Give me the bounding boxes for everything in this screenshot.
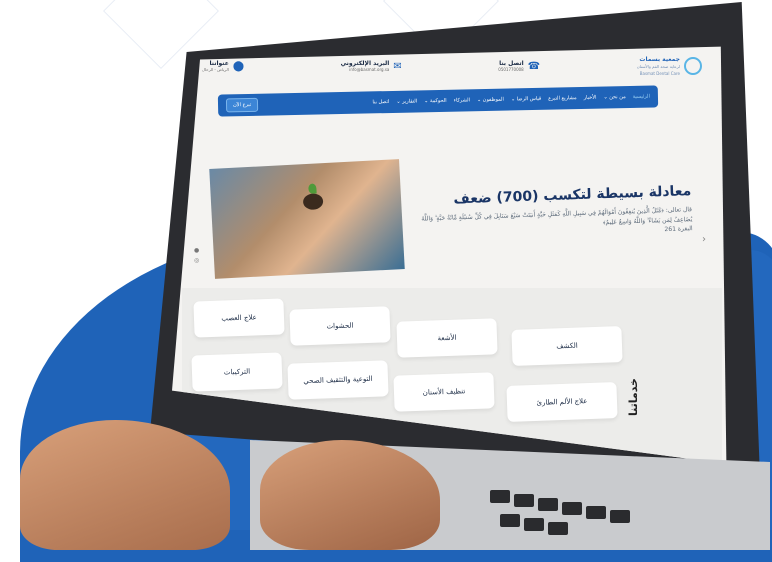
phone-icon: ☎ (527, 60, 541, 72)
service-card-awareness[interactable]: التوعية والتثقيف الصحي (287, 360, 389, 400)
logo-subtitle: لرعاية صحة الفم والأسنان (636, 63, 680, 69)
service-label: التركيبات (223, 367, 251, 377)
keyboard-key (610, 510, 630, 523)
service-card-root-canal[interactable]: علاج العصب (193, 298, 285, 338)
service-card-prosthetics[interactable]: التركيبات (191, 352, 283, 392)
keyboard-key (562, 502, 582, 515)
keyboard-key (586, 506, 606, 519)
keyboard-key (538, 498, 558, 511)
nav-item-governance[interactable]: الحوكمة ⌄ (424, 98, 447, 104)
chevron-right-icon[interactable]: › (702, 234, 706, 245)
nav-item-about[interactable]: من نحن ⌄ (603, 94, 625, 100)
contact-value: 0501770008 (498, 67, 524, 72)
service-label: الكشف (556, 341, 578, 351)
logo-english: Basmat Dental Care (639, 70, 680, 76)
service-card-xray[interactable]: الأشعة (396, 318, 498, 358)
nav-item-contact[interactable]: اتصل بنا (372, 99, 389, 105)
keyboard-key (524, 518, 544, 531)
contact-email[interactable]: ✉ البريد الإلكتروني info@basmat.org.sa (341, 60, 402, 72)
service-label: الحشوات (326, 321, 354, 331)
service-label: علاج الألم الطارئ (536, 397, 588, 407)
nav-item-donation-projects[interactable]: مشاريع التبرع (548, 95, 577, 102)
services-heading: خدماتنا (627, 378, 640, 416)
location-icon: ⬤ (232, 60, 245, 72)
contact-phone[interactable]: ☎ اتصل بنا 0501770008 (498, 60, 540, 72)
sprout-icon (302, 193, 324, 211)
keyboard-key (514, 494, 534, 507)
service-card-emergency[interactable]: علاج الألم الطارئ (506, 382, 618, 422)
nav-item-satisfaction[interactable]: قياس الرضا ⌄ (511, 96, 541, 103)
main-nav: الرئيسية من نحن ⌄ الأخبار مشاريع التبرع … (217, 85, 659, 117)
instagram-icon[interactable]: ◎ (194, 257, 199, 264)
hero-text: معادلة بسيطة لتكسب (700) ضعف قال تعالى: … (411, 183, 693, 242)
hero-image-hands-sprout (209, 159, 405, 279)
contact-title: اتصل بنا (499, 60, 524, 67)
logo-title-text: جمعية بسمات (639, 55, 680, 63)
service-card-fillings[interactable]: الحشوات (289, 306, 391, 346)
keyboard-key (490, 490, 510, 503)
contact-value: info@basmat.org.sa (349, 67, 390, 72)
logo-title: جمعية بسمات لرعاية صحة الفم والأسنان Bas… (637, 56, 680, 77)
social-icons: ● ◎ (194, 246, 199, 266)
keyboard-key (548, 522, 568, 535)
service-label: التوعية والتثقيف الصحي (303, 374, 373, 386)
nav-items: الرئيسية من نحن ⌄ الأخبار مشاريع التبرع … (372, 94, 650, 106)
nav-item-employees[interactable]: الموظفون ⌄ (477, 97, 504, 104)
contact-value: الرياض - الرحال (202, 67, 229, 72)
keyboard-key (500, 514, 520, 527)
mail-icon: ✉ (393, 60, 402, 72)
service-label: تنظيف الأسنان (422, 387, 466, 397)
tooth-icon (684, 57, 702, 75)
donate-button[interactable]: تبرع الآن (225, 97, 259, 113)
nav-item-news[interactable]: الأخبار (584, 95, 597, 101)
service-label: علاج العصب (221, 313, 257, 323)
service-label: الأشعة (437, 333, 457, 343)
site-logo[interactable]: جمعية بسمات لرعاية صحة الفم والأسنان Bas… (637, 56, 702, 77)
hero-title: معادلة بسيطة لتكسب (700) ضعف (453, 183, 692, 208)
service-card-exam[interactable]: الكشف (511, 326, 623, 366)
nav-item-reports[interactable]: التقارير ⌄ (396, 98, 417, 104)
twitter-icon[interactable]: ● (194, 247, 199, 254)
service-card-cleaning[interactable]: تنظيف الأسنان (393, 372, 495, 412)
contact-title: عنواننا (209, 60, 229, 67)
nav-item-partners[interactable]: الشركاء (454, 97, 471, 103)
nav-item-home[interactable]: الرئيسية (633, 94, 650, 100)
contact-title: البريد الإلكتروني (340, 60, 390, 67)
contact-address[interactable]: ⬤ عنواننا الرياض - الرحال (202, 60, 244, 72)
